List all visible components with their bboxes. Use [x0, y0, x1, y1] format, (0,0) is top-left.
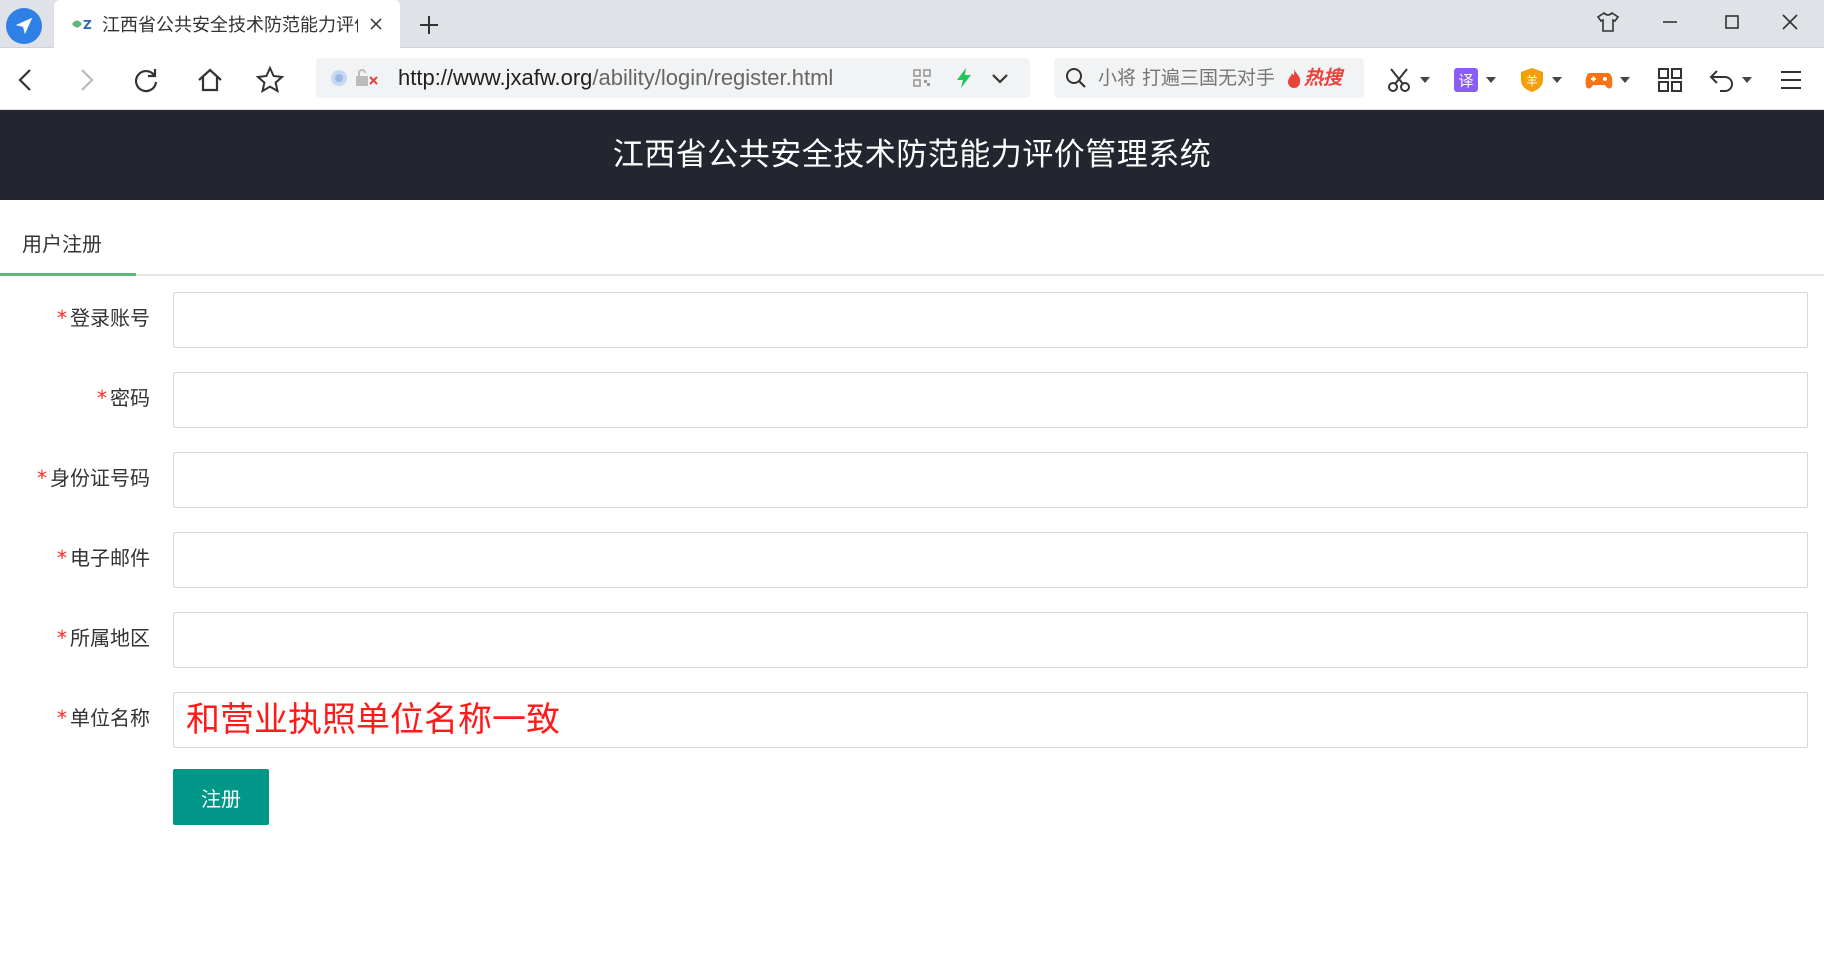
- address-bar[interactable]: http://www.jxafw.org/ability/login/regis…: [316, 58, 1030, 98]
- id-number-input[interactable]: [173, 452, 1808, 508]
- site-info-icon[interactable]: [330, 68, 390, 88]
- company-label: * 单位名称: [0, 690, 150, 748]
- close-icon[interactable]: [364, 12, 388, 36]
- url-path: /ability/login/register.html: [592, 65, 834, 90]
- required-mark: *: [57, 546, 67, 570]
- required-mark: *: [37, 466, 47, 490]
- region-label: * 所属地区: [0, 610, 150, 668]
- form-row-region: * 所属地区: [0, 610, 1824, 668]
- hot-search-label: 热搜: [1304, 67, 1343, 89]
- company-name-input[interactable]: [173, 692, 1808, 748]
- reload-icon[interactable]: [128, 62, 164, 98]
- id-number-label-text: 身份证号码: [50, 466, 150, 490]
- star-icon[interactable]: [252, 62, 288, 98]
- password-label: * 密码: [0, 370, 150, 428]
- required-mark: *: [57, 306, 67, 330]
- url-text[interactable]: http://www.jxafw.org/ability/login/regis…: [398, 58, 833, 98]
- required-mark: *: [97, 386, 107, 410]
- page-title: 江西省公共安全技术防范能力评价管理系统: [0, 110, 1824, 200]
- undo-icon[interactable]: [1708, 62, 1752, 98]
- shield-icon[interactable]: 羊: [1518, 62, 1562, 98]
- company-label-text: 单位名称: [70, 706, 150, 730]
- translate-icon[interactable]: 译: [1452, 62, 1496, 98]
- form-row-account: * 登录账号: [0, 290, 1824, 348]
- required-mark: *: [57, 626, 67, 650]
- forward-icon[interactable]: [68, 62, 104, 98]
- search-box[interactable]: 小将 打遍三国无对手 热搜: [1054, 58, 1364, 98]
- region-input[interactable]: [173, 612, 1808, 668]
- url-host: http://www.jxafw.org: [398, 65, 593, 90]
- required-mark: *: [57, 706, 67, 730]
- scissors-icon[interactable]: [1386, 62, 1430, 98]
- search-icon[interactable]: [1064, 66, 1088, 90]
- form-row-id-number: * 身份证号码: [0, 450, 1824, 508]
- hot-search-badge[interactable]: 热搜: [1286, 58, 1342, 98]
- search-suggestion[interactable]: 小将 打遍三国无对手: [1098, 58, 1274, 98]
- skin-icon[interactable]: [1588, 6, 1628, 38]
- flame-icon: [1288, 69, 1301, 88]
- back-icon[interactable]: [8, 62, 44, 98]
- tab-title: 江西省公共安全技术防范能力评价: [102, 15, 358, 36]
- svg-text:译: 译: [1458, 72, 1473, 90]
- account-label-text: 登录账号: [70, 306, 150, 330]
- password-input[interactable]: [173, 372, 1808, 428]
- account-input[interactable]: [173, 292, 1808, 348]
- account-label: * 登录账号: [0, 290, 150, 348]
- window-close-button[interactable]: [1770, 6, 1810, 38]
- form-row-company: * 单位名称: [0, 690, 1824, 748]
- grid-icon[interactable]: [1656, 62, 1684, 98]
- id-number-label: * 身份证号码: [0, 450, 150, 508]
- tab-user-register[interactable]: 用户注册: [0, 200, 136, 276]
- lightning-icon[interactable]: [952, 66, 976, 90]
- paper-plane-icon[interactable]: [6, 8, 42, 44]
- email-field[interactable]: [173, 532, 1808, 588]
- browser-toolbar: http://www.jxafw.org/ability/login/regis…: [0, 48, 1824, 110]
- tab-strip: Z 江西省公共安全技术防范能力评价: [0, 0, 1824, 48]
- password-label-text: 密码: [110, 386, 150, 410]
- chevron-down-icon[interactable]: [988, 66, 1012, 90]
- new-tab-button[interactable]: [414, 10, 444, 40]
- form-row-password: * 密码: [0, 370, 1824, 428]
- home-icon[interactable]: [192, 62, 228, 98]
- region-label-text: 所属地区: [70, 626, 150, 650]
- maximize-button[interactable]: [1712, 6, 1752, 38]
- register-button[interactable]: 注册: [173, 769, 269, 825]
- email-label: * 电子邮件: [0, 530, 150, 588]
- site-favicon-icon: Z: [70, 15, 98, 33]
- svg-text:Z: Z: [83, 18, 92, 32]
- email-label-text: 电子邮件: [70, 546, 150, 570]
- svg-text:羊: 羊: [1526, 73, 1538, 88]
- browser-tab[interactable]: Z 江西省公共安全技术防范能力评价: [54, 0, 400, 48]
- gamepad-icon[interactable]: [1584, 62, 1630, 98]
- tab-bar: 用户注册: [0, 200, 1824, 276]
- qr-code-icon[interactable]: [912, 68, 932, 88]
- menu-icon[interactable]: [1778, 62, 1804, 98]
- browser-window: Z 江西省公共安全技术防范能力评价 http://www.jxafw.org/a…: [0, 0, 1824, 960]
- form-row-email: * 电子邮件: [0, 530, 1824, 588]
- minimize-button[interactable]: [1650, 6, 1690, 38]
